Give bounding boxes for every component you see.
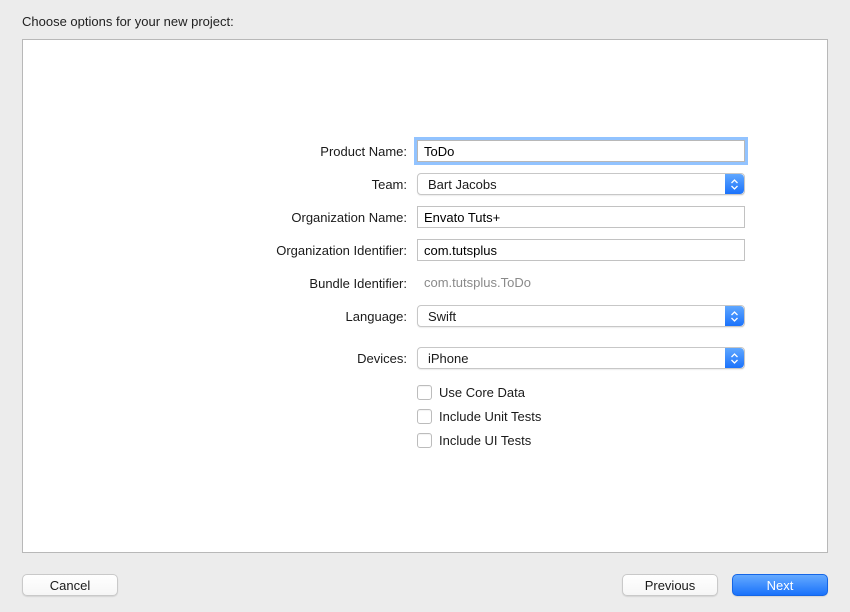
chevron-updown-icon <box>725 306 744 326</box>
devices-row: Devices: iPhone <box>95 347 755 369</box>
include-ui-tests-checkbox[interactable] <box>417 433 432 448</box>
use-core-data-label: Use Core Data <box>439 385 525 400</box>
bundle-identifier-row: Bundle Identifier: com.tutsplus.ToDo <box>95 272 755 294</box>
product-name-row: Product Name: <box>95 140 755 162</box>
include-unit-tests-checkbox[interactable] <box>417 409 432 424</box>
organization-identifier-label: Organization Identifier: <box>95 243 417 258</box>
include-ui-tests-row: Include UI Tests <box>417 428 755 452</box>
include-ui-tests-label: Include UI Tests <box>439 433 531 448</box>
team-label: Team: <box>95 177 417 192</box>
new-project-dialog: Choose options for your new project: Pro… <box>0 0 850 612</box>
devices-popup[interactable]: iPhone <box>417 347 745 369</box>
chevron-updown-icon <box>725 174 744 194</box>
product-name-input[interactable] <box>417 140 745 162</box>
product-name-label: Product Name: <box>95 144 417 159</box>
team-row: Team: Bart Jacobs <box>95 173 755 195</box>
chevron-updown-icon <box>725 348 744 368</box>
bundle-identifier-label: Bundle Identifier: <box>95 276 417 291</box>
devices-label: Devices: <box>95 351 417 366</box>
dialog-title: Choose options for your new project: <box>0 0 850 39</box>
project-options-form: Product Name: Team: Bart Jacobs <box>95 140 755 452</box>
organization-name-label: Organization Name: <box>95 210 417 225</box>
previous-button[interactable]: Previous <box>622 574 718 596</box>
use-core-data-row: Use Core Data <box>417 380 755 404</box>
include-unit-tests-row: Include Unit Tests <box>417 404 755 428</box>
bundle-identifier-value: com.tutsplus.ToDo <box>417 272 745 294</box>
team-popup[interactable]: Bart Jacobs <box>417 173 745 195</box>
language-popup[interactable]: Swift <box>417 305 745 327</box>
content-panel: Product Name: Team: Bart Jacobs <box>22 39 828 553</box>
organization-identifier-row: Organization Identifier: <box>95 239 755 261</box>
language-label: Language: <box>95 309 417 324</box>
language-popup-value: Swift <box>428 309 456 324</box>
devices-popup-value: iPhone <box>428 351 468 366</box>
team-popup-value: Bart Jacobs <box>428 177 497 192</box>
next-button[interactable]: Next <box>732 574 828 596</box>
organization-identifier-input[interactable] <box>417 239 745 261</box>
cancel-button[interactable]: Cancel <box>22 574 118 596</box>
checkbox-group: Use Core Data Include Unit Tests Include… <box>417 380 755 452</box>
language-row: Language: Swift <box>95 305 755 327</box>
organization-name-input[interactable] <box>417 206 745 228</box>
dialog-footer: Cancel Previous Next <box>0 558 850 612</box>
include-unit-tests-label: Include Unit Tests <box>439 409 541 424</box>
use-core-data-checkbox[interactable] <box>417 385 432 400</box>
organization-name-row: Organization Name: <box>95 206 755 228</box>
